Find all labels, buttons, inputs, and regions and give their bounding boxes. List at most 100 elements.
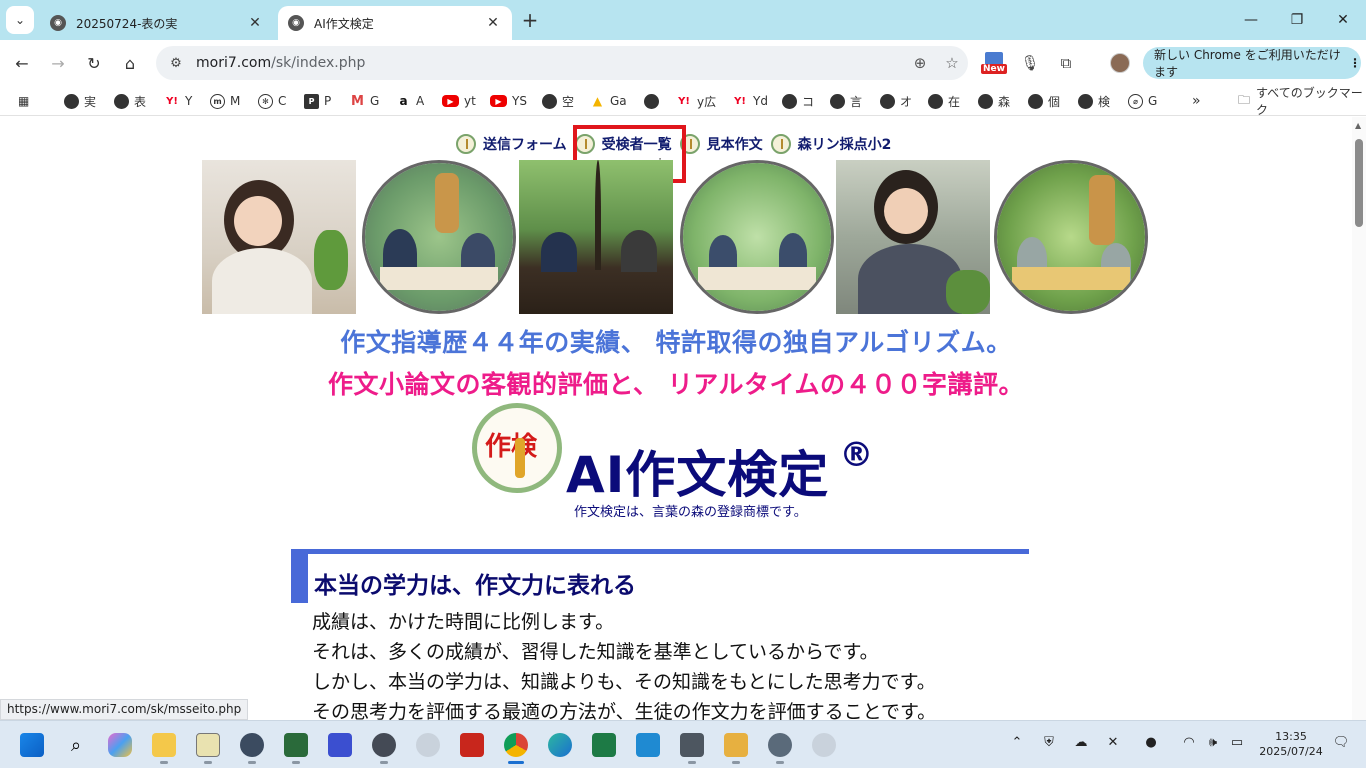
cloud-off-icon[interactable]: ☁	[1070, 735, 1092, 750]
sakken-logo: 作検	[472, 403, 562, 493]
vscode-icon[interactable]	[632, 729, 664, 761]
bookmark-item[interactable]: 森	[978, 92, 1010, 110]
bookmark-item[interactable]: Y! Yd	[732, 92, 768, 110]
bookmark-item[interactable]: コ	[782, 92, 814, 110]
webcam-icon[interactable]	[808, 729, 840, 761]
folder-icon: 🗀	[1238, 92, 1251, 107]
bookmark-item[interactable]: mM	[210, 92, 240, 110]
close-icon[interactable]: ✕	[1102, 735, 1124, 750]
restore-button[interactable]: ❐	[1274, 0, 1320, 40]
battery-icon[interactable]: ▭	[1226, 735, 1248, 750]
bookmark-item[interactable]: 検	[1078, 92, 1110, 110]
star-icon[interactable]: ☆	[936, 54, 968, 72]
more-bookmarks-icon[interactable]: »	[1192, 92, 1201, 110]
tagline-evaluation: 作文小論文の客観的評価と、 リアルタイムの４００字講評。	[328, 370, 1024, 399]
logo-text: 作検	[485, 432, 538, 462]
bookmark-item[interactable]: PP	[304, 92, 331, 110]
reload-icon: ↻	[87, 53, 101, 73]
file-explorer-icon[interactable]	[148, 729, 180, 764]
close-icon[interactable]: ✕	[246, 15, 264, 31]
scrollbar-thumb[interactable]	[1355, 139, 1363, 227]
bookmark-item[interactable]: 言	[830, 92, 862, 110]
tab-search-button[interactable]: ⌄	[6, 6, 34, 34]
bookmark-item[interactable]: ✻ C	[258, 92, 286, 110]
bookmark-item[interactable]	[644, 92, 664, 110]
notification-icon[interactable]: 🗨	[1330, 735, 1352, 750]
search-icon[interactable]: ⌕	[60, 729, 92, 761]
site-info-icon[interactable]: ⚙	[166, 56, 186, 71]
link-icon: ⌀	[1128, 93, 1143, 109]
globe-icon	[782, 93, 797, 109]
volume-icon[interactable]: 🕪	[1202, 735, 1224, 750]
bookmark-item[interactable]: ▶ yt	[442, 92, 476, 110]
bookmark-item[interactable]: ▶ YS	[490, 92, 527, 110]
bookmark-item[interactable]: aA	[396, 92, 424, 110]
webcam-icon[interactable]	[412, 729, 444, 761]
yahoo-icon: Y!	[734, 95, 746, 107]
address-bar[interactable]: ⚙ mori7.com/sk/index.php ⊕ ☆	[156, 46, 968, 80]
extensions-icon[interactable]: ⧉	[1052, 49, 1080, 77]
update-chrome-button[interactable]: 新しい Chrome をご利用いただけます ⋮	[1143, 47, 1361, 79]
onedrive-icon[interactable]: ●	[1140, 735, 1162, 750]
new-tab-button[interactable]: +	[518, 8, 542, 32]
nav-sample-essay[interactable]: 見本作文	[679, 134, 763, 154]
home-icon: ⌂	[124, 53, 136, 73]
shield-icon[interactable]: ⛨	[1038, 735, 1060, 750]
bookmark-item[interactable]: 在	[928, 92, 960, 110]
editor-app-icon[interactable]	[720, 729, 752, 764]
bookmark-item[interactable]: ▲ Ga	[590, 92, 627, 110]
bookmark-label: 言	[850, 94, 863, 109]
home-button[interactable]: ⌂	[116, 49, 144, 77]
vertical-scrollbar[interactable]: ▲	[1352, 117, 1366, 720]
bookmark-item[interactable]: ⌀ G	[1128, 92, 1157, 110]
bookmark-label: M	[230, 94, 241, 108]
bookmark-item[interactable]: 空	[542, 92, 574, 110]
clock[interactable]: 13:35 2025/07/24	[1258, 729, 1324, 759]
start-button[interactable]	[16, 729, 48, 761]
webcam-icon[interactable]	[368, 729, 400, 764]
filezilla-icon[interactable]	[456, 729, 488, 761]
kanji-app-icon[interactable]	[324, 729, 356, 761]
display-app-icon[interactable]	[280, 729, 312, 764]
body-text-line: それは、多くの成績が、習得した知識を基準としているからです。	[312, 641, 879, 663]
bookmark-item[interactable]: Y! y広	[676, 92, 716, 110]
settings-icon[interactable]	[764, 729, 796, 764]
apps-icon[interactable]: ▦	[18, 92, 29, 110]
wifi-icon[interactable]: ◠	[1178, 735, 1200, 750]
all-bookmarks-folder[interactable]: 🗀 すべてのブックマーク	[1238, 86, 1366, 117]
scroll-up-icon[interactable]: ▲	[1355, 121, 1361, 130]
tool-app-icon[interactable]	[676, 729, 708, 764]
nav-morin-grading[interactable]: 森リン採点小2	[770, 134, 891, 154]
microphone-icon[interactable]: 🎙	[1016, 49, 1044, 77]
close-window-button[interactable]: ✕	[1320, 0, 1366, 40]
chrome-icon[interactable]	[500, 729, 532, 764]
excel-icon[interactable]	[588, 729, 620, 761]
chevron-up-icon[interactable]: ⌃	[1006, 735, 1028, 750]
text-editor-icon[interactable]	[192, 729, 224, 764]
minimize-button[interactable]: —	[1228, 0, 1274, 40]
back-button[interactable]: ←	[8, 49, 36, 77]
tab-active[interactable]: ◉ AI作文検定 ✕	[278, 6, 512, 40]
url-text[interactable]: mori7.com/sk/index.php	[196, 55, 904, 71]
bookmark-item[interactable]: MG	[350, 92, 379, 110]
bookmark-item[interactable]: 実	[64, 92, 96, 110]
bookmark-label: C	[278, 94, 287, 108]
copilot-icon[interactable]	[104, 729, 136, 761]
camera-app-icon[interactable]	[236, 729, 268, 764]
bookmark-item[interactable]: 表	[114, 92, 146, 110]
bookmark-item[interactable]: 個	[1028, 92, 1060, 110]
edge-icon[interactable]	[544, 729, 576, 761]
windows-logo-icon	[20, 733, 44, 757]
close-icon[interactable]: ✕	[484, 15, 502, 31]
bookmark-label: 森	[998, 94, 1011, 109]
bookmark-item[interactable]: Y! Y	[164, 92, 192, 110]
zoom-icon[interactable]: ⊕	[904, 54, 936, 72]
reload-button[interactable]: ↻	[80, 49, 108, 77]
chatgpt-icon: ✻	[258, 93, 273, 109]
forward-button[interactable]: →	[44, 49, 72, 77]
profile-avatar[interactable]	[1110, 53, 1130, 73]
bookmark-item[interactable]: オ	[880, 92, 912, 110]
nav-send-form[interactable]: 送信フォーム	[456, 134, 567, 154]
tab-inactive[interactable]: ◉ 20250724-表の実 ✕	[40, 6, 274, 40]
extension-new-badge[interactable]: New	[981, 52, 1007, 76]
